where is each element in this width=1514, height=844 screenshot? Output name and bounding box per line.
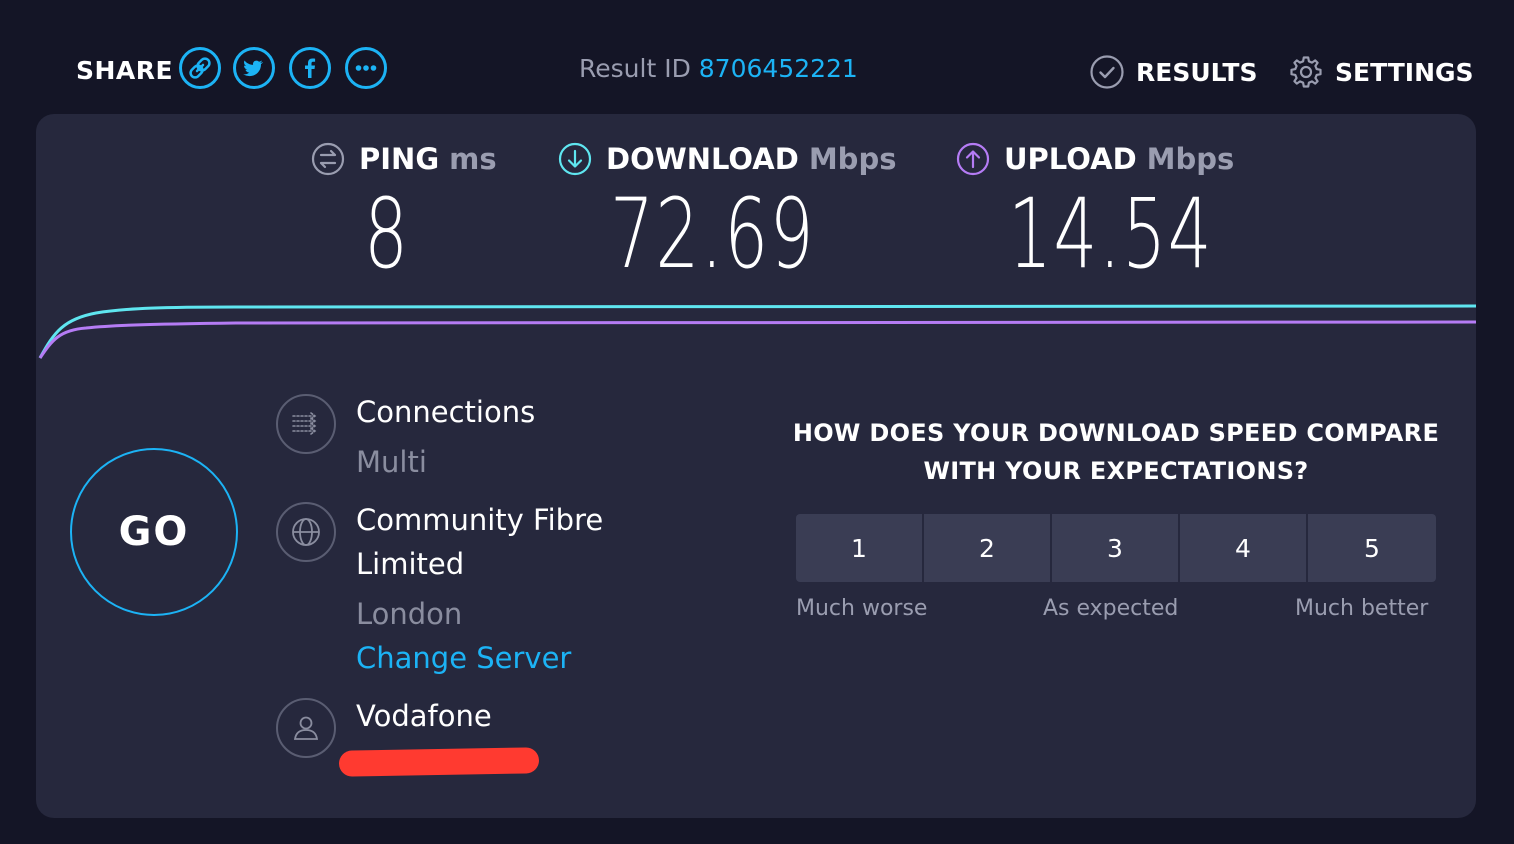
rating-option-2[interactable]: 2 [924, 514, 1050, 582]
user-icon [276, 698, 336, 758]
download-header: DOWNLOAD Mbps [558, 142, 896, 176]
speed-graph [38, 304, 1476, 359]
ping-unit: ms [449, 142, 497, 176]
connections-info: Connections Multi [356, 390, 535, 484]
upload-graph-line [38, 320, 1476, 359]
download-label: DOWNLOAD [606, 142, 799, 176]
gear-icon [1290, 56, 1322, 88]
twitter-icon[interactable] [233, 47, 275, 89]
host-name-line1: Community Fibre [356, 503, 604, 537]
download-graph-line [38, 304, 1476, 359]
results-button[interactable]: RESULTS [1090, 55, 1257, 89]
redaction-mark [338, 747, 540, 777]
rating-option-5[interactable]: 5 [1308, 514, 1436, 582]
share-label: SHARE [76, 56, 174, 85]
host-location: London [356, 597, 463, 631]
results-panel: PING ms 8 DOWNLOAD Mbps 72.69 UPLOAD Mbp… [36, 114, 1476, 818]
isp-name: Vodafone [356, 699, 492, 733]
link-icon[interactable] [179, 47, 221, 89]
ping-value: 8 [364, 178, 410, 290]
rating-label-low: Much worse [796, 596, 928, 621]
more-icon[interactable] [345, 47, 387, 89]
rating-option-3[interactable]: 3 [1052, 514, 1178, 582]
upload-unit: Mbps [1146, 142, 1235, 176]
upload-icon [956, 142, 990, 176]
ping-header: PING ms [311, 142, 497, 176]
go-button[interactable]: GO [70, 448, 238, 616]
upload-header: UPLOAD Mbps [956, 142, 1234, 176]
facebook-icon[interactable] [289, 47, 331, 89]
connections-title: Connections [356, 395, 536, 429]
result-id: Result ID 8706452221 [579, 54, 858, 83]
download-value: 72.69 [610, 178, 816, 290]
rating-label-mid: As expected [1043, 596, 1179, 621]
settings-button[interactable]: SETTINGS [1289, 55, 1474, 89]
upload-value: 14.54 [1008, 178, 1214, 290]
rating-scale: 1 2 3 4 5 [796, 514, 1436, 582]
isp-info: Vodafone [356, 694, 492, 738]
download-icon [558, 142, 592, 176]
ping-icon [311, 142, 345, 176]
change-server-link[interactable]: Change Server [356, 636, 603, 680]
download-unit: Mbps [808, 142, 897, 176]
settings-label: SETTINGS [1335, 57, 1474, 87]
rating-option-1[interactable]: 1 [796, 514, 922, 582]
result-id-label: Result ID [579, 54, 691, 83]
rating-option-4[interactable]: 4 [1180, 514, 1306, 582]
survey-question: HOW DOES YOUR DOWNLOAD SPEED COMPARE WIT… [792, 419, 1440, 485]
check-circle-icon [1090, 55, 1124, 89]
upload-label: UPLOAD [1004, 142, 1137, 176]
results-label: RESULTS [1136, 57, 1258, 87]
rating-label-high: Much better [1295, 596, 1429, 621]
globe-icon [276, 502, 336, 562]
connections-value: Multi [356, 445, 427, 479]
ping-label: PING [359, 142, 440, 176]
host-name-line2: Limited [356, 547, 465, 581]
server-info: Community Fibre Limited London Change Se… [356, 498, 603, 680]
connections-icon [276, 394, 336, 454]
top-bar: SHARE Result ID 8706452221 RESULTS SETTI… [0, 0, 1514, 114]
result-id-link[interactable]: 8706452221 [699, 54, 858, 83]
